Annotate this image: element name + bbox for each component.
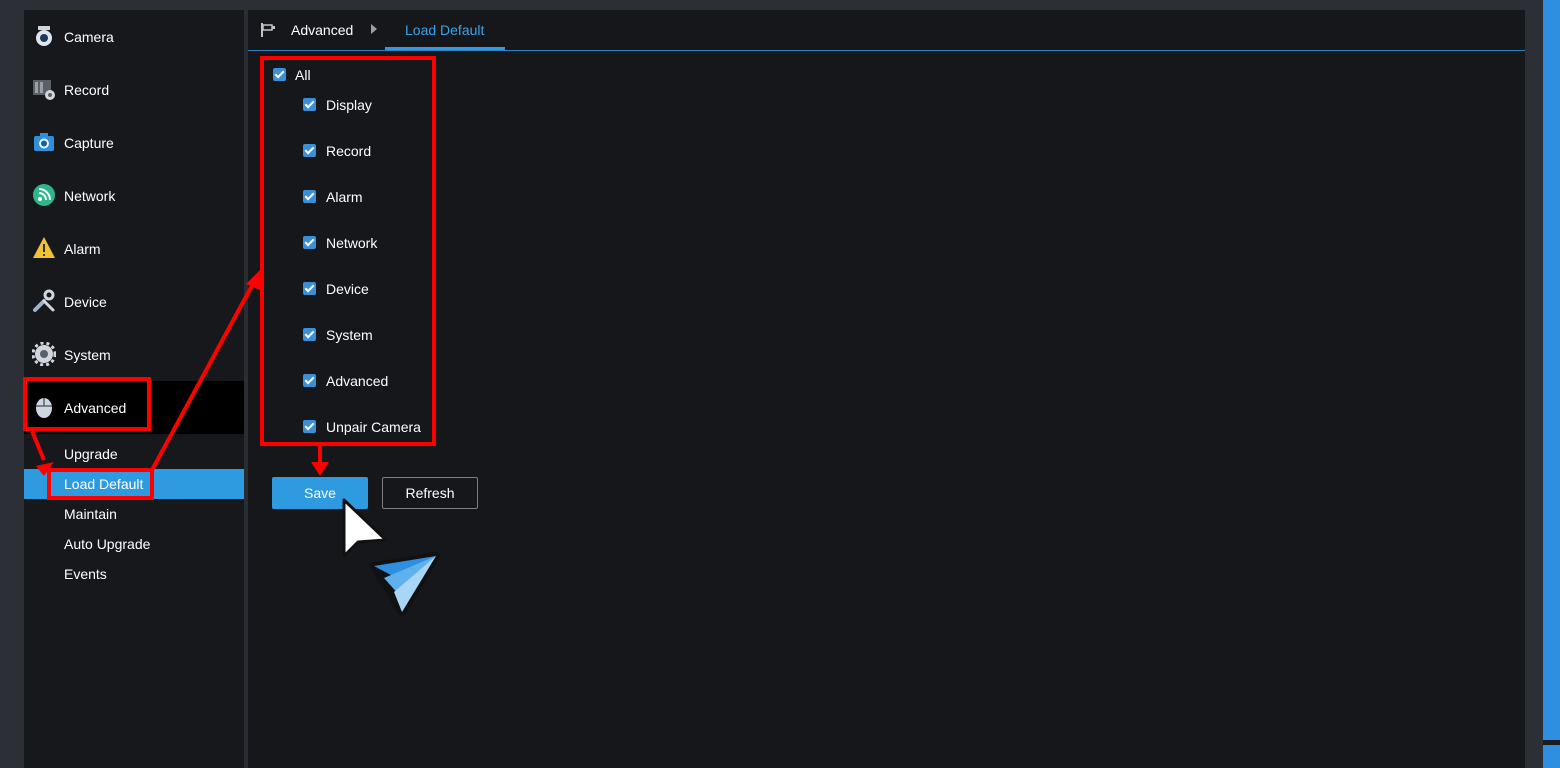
sidebar-item-label: Record (64, 81, 110, 98)
alarm-icon (33, 237, 55, 258)
breadcrumb-arrow-icon (371, 24, 377, 34)
checkbox-display[interactable] (303, 98, 316, 111)
subitem-label: Events (64, 566, 107, 582)
checkbox-record[interactable] (303, 144, 316, 157)
checkbox-system[interactable] (303, 328, 316, 341)
sidebar: Camera Record Capture Network Alarm Devi… (24, 10, 244, 768)
right-gap (1525, 10, 1543, 768)
checkbox-label: Display (326, 97, 372, 113)
subitem-load-default[interactable]: Load Default (24, 469, 244, 499)
sidebar-item-advanced[interactable]: Advanced (24, 381, 244, 434)
checkbox-label: System (326, 327, 373, 343)
sidebar-item-capture[interactable]: Capture (24, 116, 244, 169)
subitem-label: Upgrade (64, 446, 118, 462)
capture-icon (34, 133, 54, 151)
right-bar-marker (1543, 740, 1560, 745)
sidebar-item-device[interactable]: Device (24, 275, 244, 328)
tab-underline (385, 47, 505, 50)
subitem-label: Auto Upgrade (64, 536, 151, 552)
checkbox-label-all: All (295, 67, 311, 83)
sidebar-item-label: Capture (64, 134, 114, 151)
checkbox-label: Device (326, 281, 369, 297)
top-strip (0, 0, 1560, 10)
breadcrumb-current[interactable]: Load Default (405, 22, 484, 38)
sidebar-item-record[interactable]: Record (24, 63, 244, 116)
advanced-icon (36, 398, 52, 418)
system-icon (32, 342, 56, 366)
breadcrumb: Advanced Load Default (248, 10, 1525, 51)
sidebar-item-label: Alarm (64, 240, 101, 257)
subitem-upgrade[interactable]: Upgrade (24, 439, 244, 469)
refresh-button[interactable]: Refresh (382, 477, 478, 509)
record-icon (33, 80, 55, 100)
subitem-auto-upgrade[interactable]: Auto Upgrade (24, 529, 244, 559)
save-button[interactable]: Save (272, 477, 368, 509)
right-scroll-bar[interactable] (1543, 0, 1560, 768)
checkbox-advanced[interactable] (303, 374, 316, 387)
camera-icon (36, 26, 52, 46)
sidebar-item-camera[interactable]: Camera (24, 10, 244, 63)
subitem-label: Maintain (64, 506, 117, 522)
subitem-maintain[interactable]: Maintain (24, 499, 244, 529)
checkbox-label: Network (326, 235, 378, 251)
checkbox-label: Unpair Camera (326, 419, 421, 435)
subitem-events[interactable]: Events (24, 559, 244, 589)
breadcrumb-parent[interactable]: Advanced (291, 22, 353, 38)
checkbox-label: Alarm (326, 189, 363, 205)
checkbox-alarm[interactable] (303, 190, 316, 203)
sidebar-item-label: System (64, 346, 111, 363)
device-icon (33, 289, 55, 312)
left-gap (0, 10, 24, 768)
checkbox-network[interactable] (303, 236, 316, 249)
subitem-label: Load Default (64, 476, 144, 492)
checkbox-unpair-camera[interactable] (303, 420, 316, 433)
checkbox-label: Record (326, 143, 372, 159)
checkbox-all[interactable] (273, 68, 286, 81)
sidebar-item-system[interactable]: System (24, 328, 244, 381)
sidebar-item-network[interactable]: Network (24, 169, 244, 222)
sidebar-item-label: Network (64, 187, 116, 204)
camera-mount-icon (261, 23, 275, 37)
sidebar-item-alarm[interactable]: Alarm (24, 222, 244, 275)
checkbox-device[interactable] (303, 282, 316, 295)
sidebar-item-label: Device (64, 293, 107, 310)
sidebar-item-label: Advanced (64, 399, 127, 416)
sidebar-item-label: Camera (64, 28, 114, 45)
checkbox-label: Advanced (326, 373, 389, 389)
network-icon (33, 184, 55, 206)
main-panel: Advanced Load Default All Display Record… (248, 10, 1525, 768)
